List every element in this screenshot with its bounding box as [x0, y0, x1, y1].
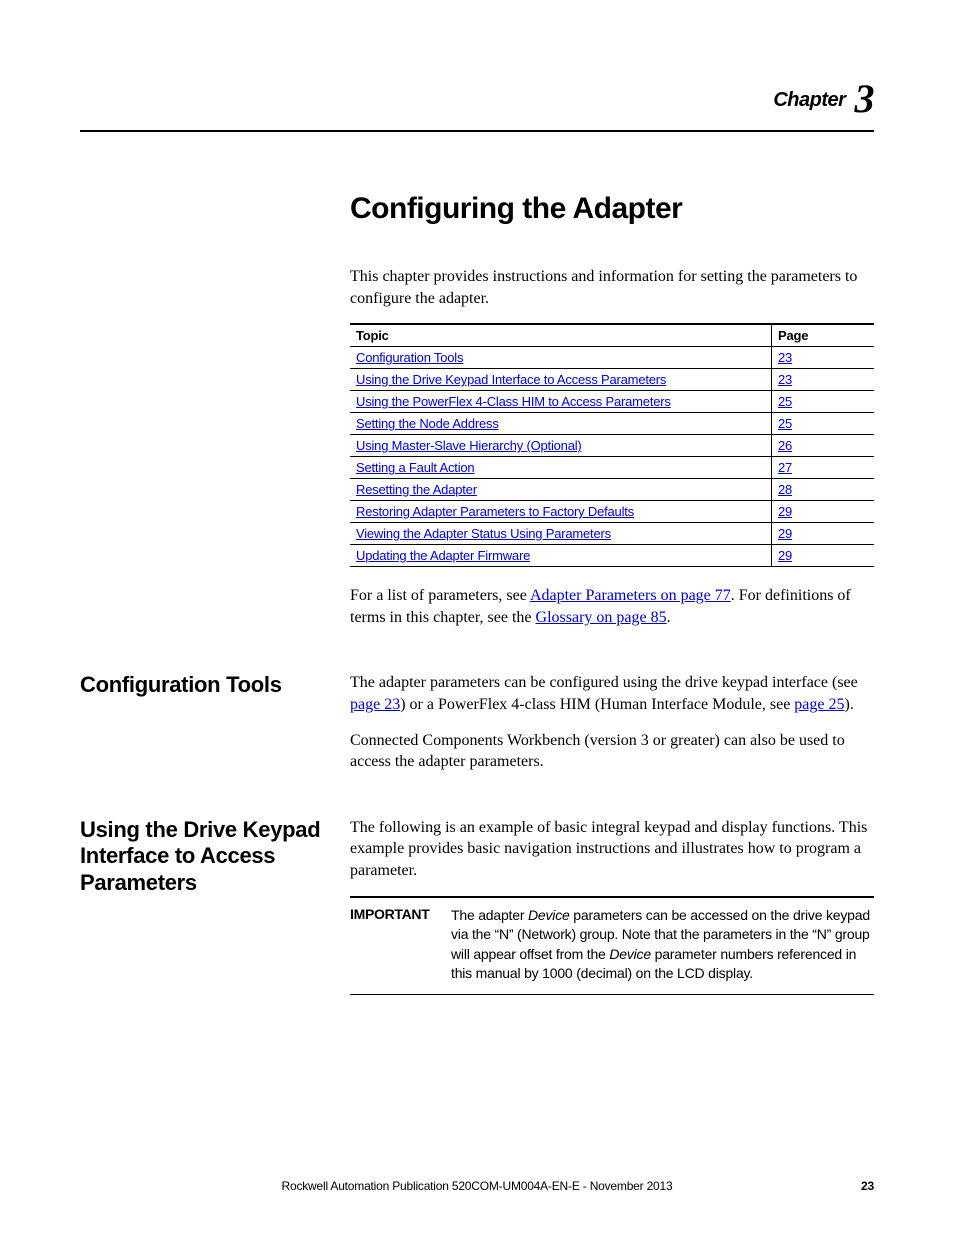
topic-cell: Using the PowerFlex 4-Class HIM to Acces…	[350, 391, 772, 413]
topic-link[interactable]: Updating the Adapter Firmware	[356, 548, 530, 563]
table-row: Using the PowerFlex 4-Class HIM to Acces…	[350, 391, 874, 413]
table-row: Viewing the Adapter Status Using Paramet…	[350, 523, 874, 545]
page-link[interactable]: 25	[778, 394, 792, 409]
page-container: Chapter 3 Configuring the Adapter This c…	[0, 0, 954, 1235]
heading-keypad: Using the Drive Keypad Interface to Acce…	[80, 817, 330, 896]
xref-link-glossary[interactable]: Glossary on page 85	[536, 609, 667, 626]
page-link[interactable]: 29	[778, 548, 792, 563]
page-cell: 28	[772, 479, 875, 501]
topic-link[interactable]: Setting a Fault Action	[356, 460, 474, 475]
page-cell: 29	[772, 523, 875, 545]
table-row: Setting a Fault Action 27	[350, 457, 874, 479]
topic-link[interactable]: Using Master-Slave Hierarchy (Optional)	[356, 438, 582, 453]
page-link[interactable]: 29	[778, 526, 792, 541]
page-cell: 29	[772, 501, 875, 523]
page-link[interactable]: 23	[778, 372, 792, 387]
th-page: Page	[772, 324, 875, 347]
topic-link[interactable]: Viewing the Adapter Status Using Paramet…	[356, 526, 611, 541]
topic-cell: Setting the Node Address	[350, 413, 772, 435]
xref-link-parameters[interactable]: Adapter Parameters on page 77	[530, 587, 731, 604]
footer-page-number: 23	[861, 1179, 874, 1193]
table-row: Configuration Tools 23	[350, 347, 874, 369]
page-link[interactable]: 25	[778, 416, 792, 431]
heading-config-tools: Configuration Tools	[80, 672, 330, 698]
topic-link[interactable]: Setting the Node Address	[356, 416, 499, 431]
page-link[interactable]: 23	[778, 350, 792, 365]
ct-link-page25[interactable]: page 25	[794, 696, 844, 713]
keypad-p1: The following is an example of basic int…	[350, 817, 874, 882]
page-title: Configuring the Adapter	[350, 192, 874, 226]
topic-cell: Using Master-Slave Hierarchy (Optional)	[350, 435, 772, 457]
chapter-header: Chapter 3	[80, 75, 874, 132]
section-config-tools: Configuration Tools The adapter paramete…	[80, 672, 874, 786]
chapter-word: Chapter	[773, 89, 845, 111]
config-tools-p2: Connected Components Workbench (version …	[350, 730, 874, 773]
config-tools-p1: The adapter parameters can be configured…	[350, 672, 874, 715]
ct-p1-pre: The adapter parameters can be configured…	[350, 674, 858, 691]
page-cell: 27	[772, 457, 875, 479]
topic-link[interactable]: Using the PowerFlex 4-Class HIM to Acces…	[356, 394, 671, 409]
ct-p1-post: ).	[845, 696, 854, 713]
topic-table: Topic Page Configuration Tools 23 Using th…	[350, 323, 874, 567]
xref-post: .	[667, 609, 671, 626]
ct-link-page23[interactable]: page 23	[350, 696, 400, 713]
section-keypad: Using the Drive Keypad Interface to Acce…	[80, 817, 874, 995]
topic-cell: Restoring Adapter Parameters to Factory …	[350, 501, 772, 523]
ct-p1-mid: ) or a PowerFlex 4-class HIM (Human Inte…	[400, 696, 794, 713]
page-cell: 23	[772, 347, 875, 369]
xref-pre: For a list of parameters, see	[350, 587, 530, 604]
table-row: Updating the Adapter Firmware 29	[350, 545, 874, 567]
chapter-number: 3	[855, 76, 875, 121]
imp-em2: Device	[609, 946, 651, 962]
topic-cell: Setting a Fault Action	[350, 457, 772, 479]
topic-cell: Resetting the Adapter	[350, 479, 772, 501]
topic-link[interactable]: Resetting the Adapter	[356, 482, 477, 497]
topic-link[interactable]: Restoring Adapter Parameters to Factory …	[356, 504, 634, 519]
topic-link[interactable]: Using the Drive Keypad Interface to Acce…	[356, 372, 666, 387]
table-header-row: Topic Page	[350, 324, 874, 347]
topic-cell: Viewing the Adapter Status Using Paramet…	[350, 523, 772, 545]
main-content: Configuring the Adapter This chapter pro…	[80, 192, 874, 995]
xref-paragraph: For a list of parameters, see Adapter Pa…	[350, 585, 874, 628]
table-row: Using Master-Slave Hierarchy (Optional) 2…	[350, 435, 874, 457]
th-topic: Topic	[350, 324, 772, 347]
topic-cell: Using the Drive Keypad Interface to Acce…	[350, 369, 772, 391]
table-row: Using the Drive Keypad Interface to Acce…	[350, 369, 874, 391]
page-link[interactable]: 27	[778, 460, 792, 475]
table-row: Setting the Node Address 25	[350, 413, 874, 435]
footer-publication: Rockwell Automation Publication 520COM-U…	[80, 1179, 874, 1193]
page-cell: 29	[772, 545, 875, 567]
page-cell: 25	[772, 391, 875, 413]
topic-link[interactable]: Configuration Tools	[356, 350, 463, 365]
intro-row: Configuring the Adapter This chapter pro…	[80, 192, 874, 642]
important-text: The adapter Device parameters can be acc…	[451, 898, 874, 994]
page-link[interactable]: 29	[778, 504, 792, 519]
important-box: IMPORTANT The adapter Device parameters …	[350, 896, 874, 995]
page-link[interactable]: 28	[778, 482, 792, 497]
page-link[interactable]: 26	[778, 438, 792, 453]
page-footer: Rockwell Automation Publication 520COM-U…	[80, 1179, 874, 1193]
intro-paragraph: This chapter provides instructions and i…	[350, 266, 874, 309]
imp-pre: The adapter	[451, 907, 528, 923]
page-cell: 25	[772, 413, 875, 435]
table-row: Resetting the Adapter 28	[350, 479, 874, 501]
topic-cell: Updating the Adapter Firmware	[350, 545, 772, 567]
page-cell: 26	[772, 435, 875, 457]
page-cell: 23	[772, 369, 875, 391]
imp-em1: Device	[528, 907, 570, 923]
topic-cell: Configuration Tools	[350, 347, 772, 369]
table-row: Restoring Adapter Parameters to Factory …	[350, 501, 874, 523]
important-label: IMPORTANT	[350, 898, 451, 994]
